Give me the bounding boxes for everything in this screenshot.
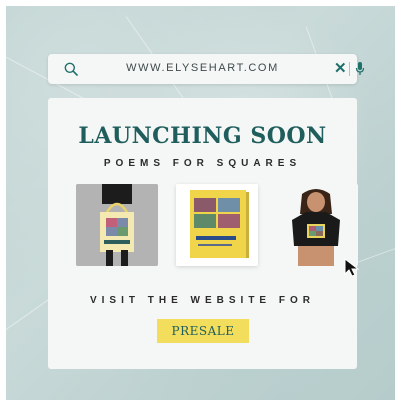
marble-background: WWW.ELYSEHART.COM ✕ LAUNCHING SOON POEMS…: [6, 6, 395, 400]
search-divider: [349, 62, 350, 76]
launch-card: LAUNCHING SOON POEMS FOR SQUARES VISIT T…: [48, 98, 358, 369]
page-title: LAUNCHING SOON: [78, 123, 327, 149]
close-icon[interactable]: ✕: [334, 61, 347, 77]
search-icon[interactable]: [64, 62, 78, 76]
microphone-icon[interactable]: [355, 61, 365, 77]
book-photo: [176, 184, 258, 266]
subtitle: POEMS FOR SQUARES: [103, 158, 302, 169]
cursor-icon: [344, 258, 360, 277]
t-shirt-photo: [276, 184, 358, 266]
url-text[interactable]: WWW.ELYSEHART.COM: [108, 62, 297, 74]
presale-button[interactable]: PRESALE: [157, 319, 249, 343]
visit-text: VISIT THE WEBSITE FOR: [89, 295, 315, 306]
tote-bag-photo: [76, 184, 158, 266]
search-bar[interactable]: WWW.ELYSEHART.COM ✕: [48, 54, 365, 84]
